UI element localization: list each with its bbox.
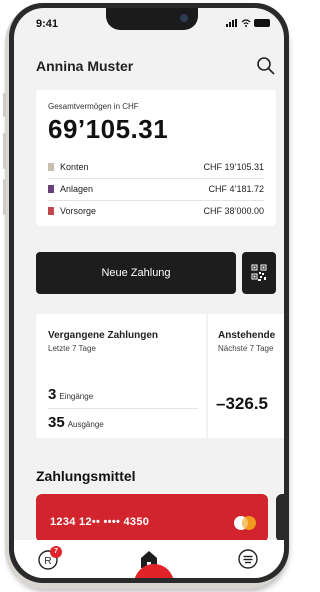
upcoming-payments-title: Anstehende bbox=[218, 330, 276, 341]
total-assets-label: Gesamtvermögen in CHF bbox=[48, 102, 139, 111]
asset-row-anlagen[interactable]: Anlagen CHF 4’181.72 bbox=[48, 182, 264, 198]
menu-icon bbox=[238, 549, 258, 569]
app-screen: 9:41 Annina Muster Gesamtvermögen in CHF… bbox=[14, 8, 284, 578]
upcoming-payments-amount: –326.5 bbox=[216, 394, 268, 413]
asset-amount: CHF 19’105.31 bbox=[203, 162, 264, 172]
asset-name: Konten bbox=[60, 162, 89, 172]
camera-icon bbox=[180, 14, 188, 22]
divider bbox=[48, 178, 264, 179]
asset-name: Anlagen bbox=[60, 184, 94, 194]
upcoming-payments-card[interactable]: Anstehende Nächste 7 Tage –326.5 bbox=[208, 314, 284, 438]
outgoing-count: 35 bbox=[48, 414, 65, 431]
status-time: 9:41 bbox=[36, 18, 59, 30]
total-assets-card[interactable]: Gesamtvermögen in CHF 69’105.31 Konten C… bbox=[36, 90, 276, 226]
incoming-count: 3 bbox=[48, 386, 57, 403]
asset-row-konten[interactable]: Konten CHF 19’105.31 bbox=[48, 160, 264, 176]
card-number: 1234 12•• •••• 4350 bbox=[50, 516, 150, 528]
side-button bbox=[3, 93, 6, 117]
volume-down-button bbox=[3, 179, 6, 215]
credit-card-next[interactable] bbox=[276, 494, 284, 542]
nav-menu[interactable] bbox=[235, 546, 261, 572]
new-payment-button[interactable]: Neue Zahlung bbox=[36, 252, 236, 294]
nav-rewards[interactable]: R 7 bbox=[36, 546, 62, 572]
upcoming-payments-subtitle: Nächste 7 Tage bbox=[218, 344, 274, 353]
outgoing-count-row: 35 Ausgänge bbox=[48, 414, 104, 431]
asset-amount: CHF 4’181.72 bbox=[208, 184, 264, 194]
notification-badge: 7 bbox=[50, 546, 62, 558]
volume-up-button bbox=[3, 133, 6, 169]
past-payments-card[interactable]: Vergangene Zahlungen Letzte 7 Tage 3 Eing… bbox=[36, 314, 206, 438]
vorsorge-swatch bbox=[48, 207, 54, 215]
wifi-icon bbox=[241, 19, 251, 27]
svg-text:R: R bbox=[44, 556, 51, 567]
asset-row-vorsorge[interactable]: Vorsorge CHF 38’000.00 bbox=[48, 204, 264, 220]
status-bar: 9:41 bbox=[14, 8, 284, 44]
payment-methods-title: Zahlungsmittel bbox=[36, 468, 136, 484]
asset-name: Vorsorge bbox=[60, 206, 97, 216]
total-assets-value: 69’105.31 bbox=[48, 114, 169, 144]
qr-scan-button[interactable] bbox=[242, 252, 276, 294]
status-icons bbox=[226, 19, 270, 27]
past-payments-title: Vergangene Zahlungen bbox=[48, 330, 159, 341]
mastercard-icon bbox=[234, 516, 256, 530]
incoming-count-row: 3 Eingänge bbox=[48, 386, 93, 403]
anlagen-swatch bbox=[48, 185, 54, 193]
past-payments-subtitle: Letzte 7 Tage bbox=[48, 344, 96, 353]
battery-icon bbox=[254, 19, 270, 27]
search-icon[interactable] bbox=[256, 56, 276, 76]
credit-card[interactable]: 1234 12•• •••• 4350 bbox=[36, 494, 268, 542]
outgoing-label: Ausgänge bbox=[67, 420, 104, 429]
incoming-label: Eingänge bbox=[59, 392, 94, 401]
konten-swatch bbox=[48, 163, 54, 171]
asset-amount: CHF 38’000.00 bbox=[203, 206, 264, 216]
divider bbox=[48, 200, 264, 201]
divider bbox=[48, 408, 198, 409]
signal-icon bbox=[226, 19, 237, 27]
qr-code-icon bbox=[251, 264, 267, 281]
user-name: Annina Muster bbox=[36, 58, 134, 74]
